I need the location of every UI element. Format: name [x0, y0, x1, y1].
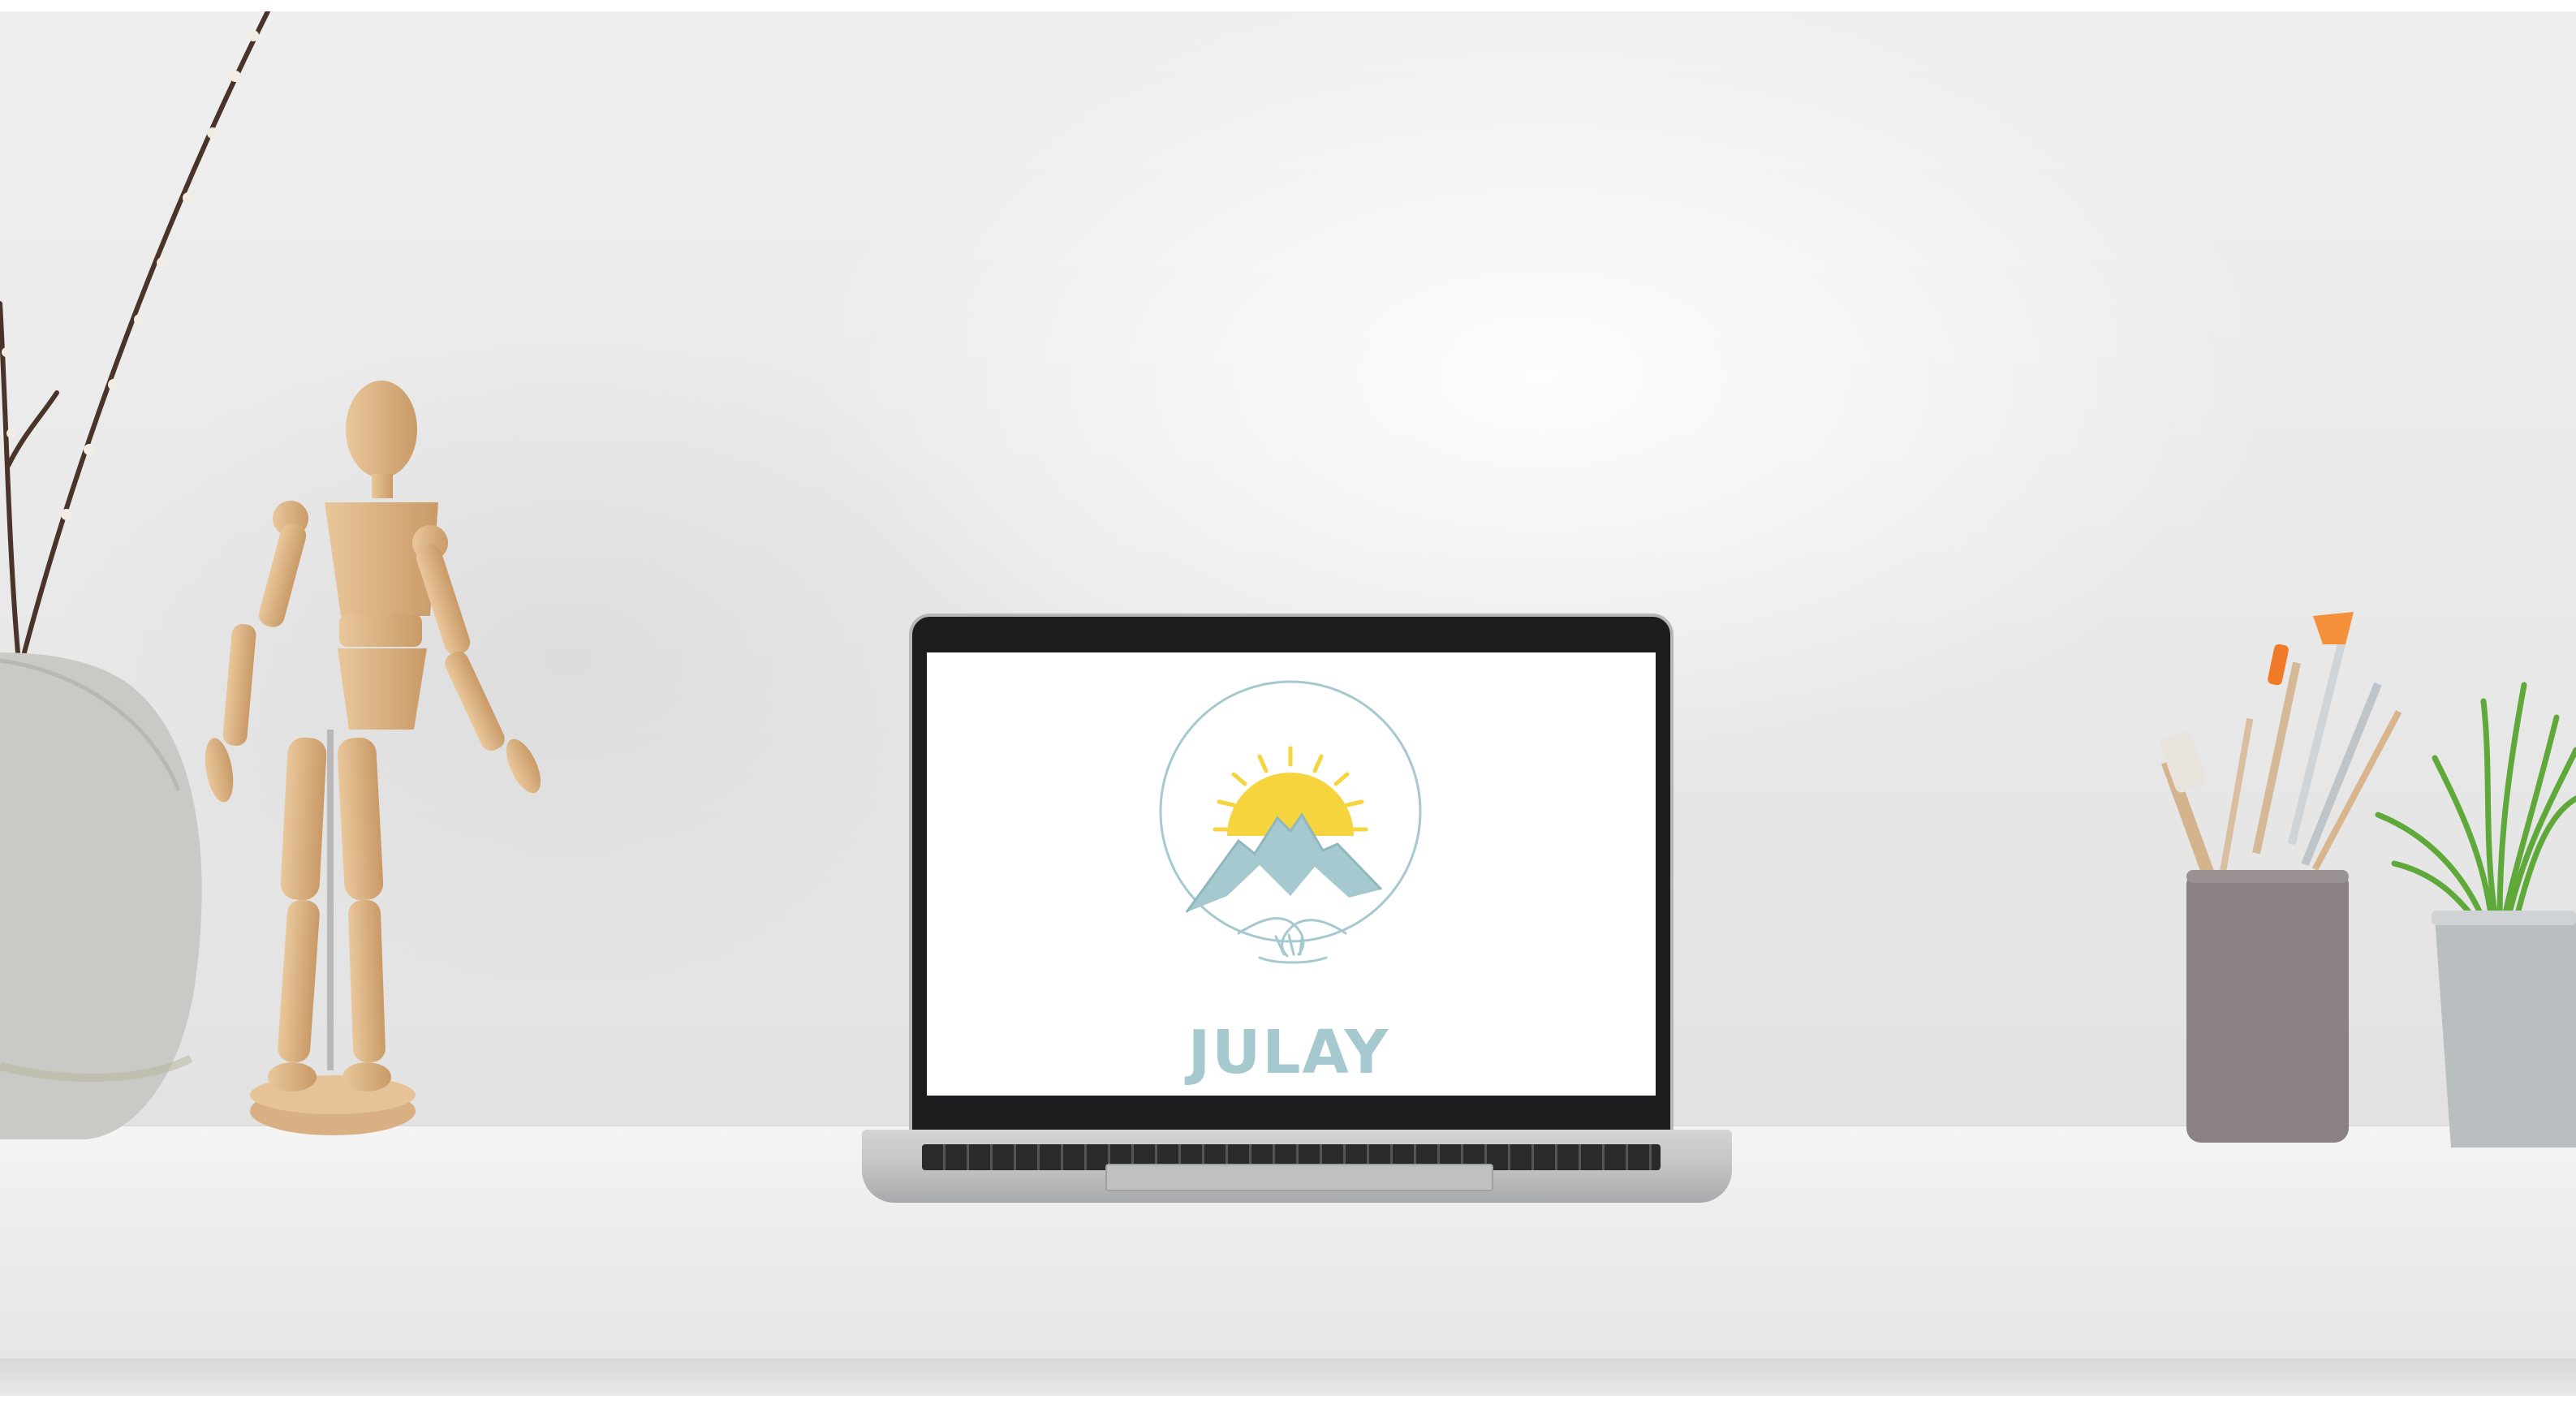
bottom-border — [0, 1396, 2576, 1408]
mannequin-stand-rod — [327, 730, 334, 1070]
desk-edge — [0, 1358, 2576, 1397]
metal-planter — [2435, 917, 2576, 1147]
mannequin-head — [346, 381, 417, 478]
paint-brushes — [2160, 612, 2402, 888]
potted-plant — [2375, 682, 2576, 1147]
wooden-mannequin — [205, 381, 541, 1135]
grass-leaves — [2375, 682, 2576, 924]
pencil-cup — [2186, 870, 2349, 1143]
laptop-trackpad — [1105, 1164, 1493, 1191]
desk-scene: JULAY — [0, 11, 2576, 1408]
sun-icon — [1227, 773, 1354, 836]
logo-wordmark: JULAY — [1187, 1018, 1390, 1087]
